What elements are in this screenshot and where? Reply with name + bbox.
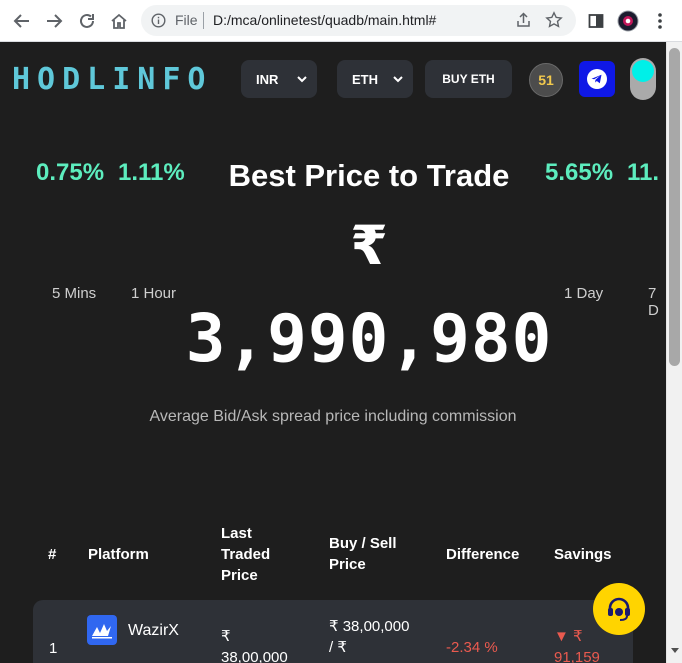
col-savings: Savings [554, 546, 612, 563]
chevron-down-icon [393, 76, 403, 83]
back-arrow-icon[interactable] [10, 9, 34, 33]
wazirx-logo [87, 615, 117, 645]
col-index: # [48, 546, 57, 563]
change-1-day-value: 5.65% [545, 159, 614, 186]
headset-icon [608, 597, 630, 621]
refresh-timer: 51 [529, 63, 563, 97]
sidebar-icon[interactable] [584, 9, 608, 33]
row-buy-sell-line-1: ₹ 38,00,000 [329, 618, 410, 635]
row-index: 1 [49, 640, 58, 657]
toggle-knob [632, 60, 654, 82]
row-platform[interactable]: WazirX [128, 620, 179, 641]
col-platform: Platform [88, 546, 149, 563]
row-last-traded: ₹ 38,00,000 [221, 626, 288, 663]
separator [203, 12, 204, 29]
coin-select[interactable]: ETH [337, 60, 413, 98]
telegram-button[interactable] [579, 61, 615, 97]
browser-toolbar: File D:/mca/onlinetest/quadb/main.html# [0, 0, 682, 42]
info-icon[interactable] [151, 13, 166, 28]
scroll-down-arrow-icon[interactable] [671, 648, 679, 653]
row-savings: ▼ ₹ 91,159 [554, 626, 600, 663]
currency-select-value: INR [256, 71, 279, 87]
scrollbar[interactable] [666, 42, 682, 663]
row-buy-sell: ₹ 38,00,000 / ₹ [329, 616, 409, 658]
best-price-value: 3,990,980 [185, 300, 553, 377]
row-savings-line-2: 91,159 [554, 649, 600, 663]
col-buy-sell-line-2: Price [329, 556, 366, 573]
share-icon[interactable] [515, 12, 532, 29]
col-difference: Difference [446, 546, 520, 563]
scrollbar-thumb[interactable] [669, 48, 680, 366]
buy-button[interactable]: BUY ETH [425, 60, 512, 98]
col-last-traded-line-1: Last [221, 525, 252, 542]
row-buy-sell-line-2: / ₹ [329, 639, 347, 656]
row-difference: -2.34 % [446, 639, 498, 656]
chevron-down-icon [297, 76, 307, 83]
currency-select[interactable]: INR [241, 60, 317, 98]
forward-arrow-icon[interactable] [42, 9, 66, 33]
coin-select-value: ETH [352, 71, 378, 87]
col-last-traded-line-2: Traded [221, 546, 271, 563]
support-button[interactable] [593, 583, 645, 635]
col-buy-sell-line-1: Buy / Sell [329, 535, 397, 552]
page-content: HODLINFO INR ETH BUY ETH 51 0.75% 1.11% … [0, 42, 666, 663]
col-last-traded-line-3: Price [221, 567, 258, 584]
currency-symbol: ₹ [350, 216, 388, 276]
change-7-days-value: 11. [627, 159, 660, 186]
telegram-icon [587, 69, 607, 89]
home-icon[interactable] [107, 9, 131, 33]
col-last-traded: Last Traded Price [221, 523, 270, 586]
row-savings-line-1: ▼ ₹ [554, 628, 583, 645]
reload-icon[interactable] [75, 9, 99, 33]
price-caption: Average Bid/Ask spread price including c… [149, 408, 517, 425]
col-buy-sell: Buy / Sell Price [329, 533, 397, 575]
url-text[interactable]: D:/mca/onlinetest/quadb/main.html# [213, 12, 436, 28]
profile-icon[interactable] [616, 9, 640, 33]
file-label: File [175, 12, 198, 28]
kebab-menu-icon[interactable] [648, 9, 672, 33]
row-last-traded-line-2: 38,00,000 [221, 649, 288, 663]
row-last-traded-line-1: ₹ [221, 628, 231, 645]
theme-toggle[interactable] [630, 58, 656, 100]
address-bar[interactable]: File D:/mca/onlinetest/quadb/main.html# [141, 5, 576, 36]
logo[interactable]: HODLINFO [12, 62, 213, 97]
star-icon[interactable] [545, 11, 563, 29]
